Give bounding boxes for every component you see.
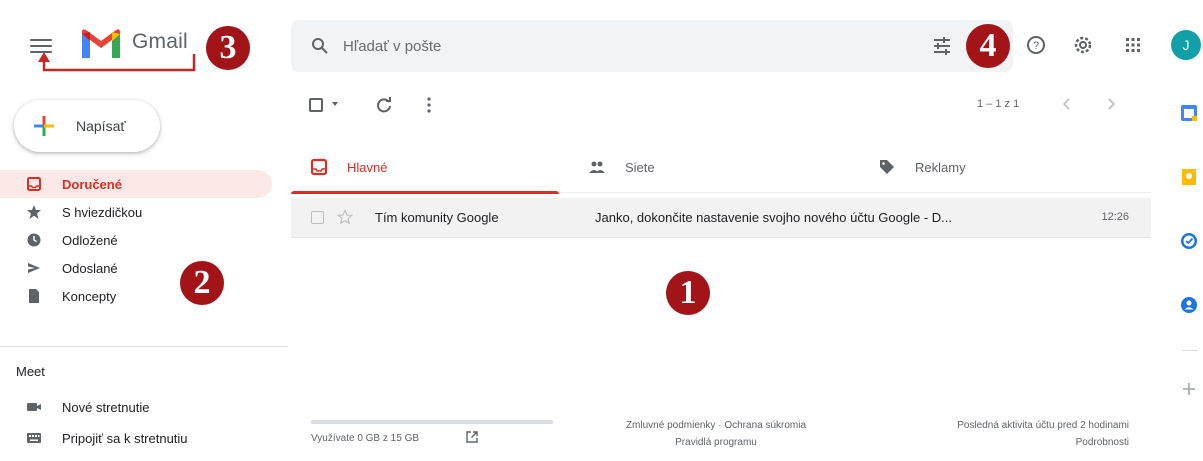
app-brand: Gmail [132, 30, 188, 53]
terms-link[interactable]: Zmluvné podmienky [626, 420, 715, 431]
plus-icon [34, 116, 54, 136]
contacts-icon[interactable] [1180, 296, 1198, 314]
people-icon [589, 161, 605, 173]
sidebar-nav: Doručené S hviezdičkou Odložené Odoslané… [0, 170, 288, 310]
sidebar-item-label: Doručené [62, 177, 122, 192]
message-time: 12:26 [1101, 211, 1129, 223]
search-options-icon[interactable] [931, 35, 953, 57]
marker-3: 3 [206, 26, 250, 70]
program-policies-link[interactable]: Pravidlá programu [675, 437, 757, 448]
footer-separator: · [718, 420, 722, 431]
meet-join-meeting[interactable]: Pripojiť sa k stretnutiu [0, 424, 272, 452]
gmail-logo[interactable] [80, 28, 122, 60]
storage-usage-bar [311, 420, 553, 424]
tab-label: Reklamy [915, 160, 966, 175]
sidebar-item-inbox[interactable]: Doručené [0, 170, 272, 198]
storage-usage-text: Využívate 0 GB z 15 GB [311, 433, 420, 444]
compose-label: Napísať [76, 118, 126, 134]
sidebar-item-label: Koncepty [62, 289, 117, 304]
star-icon [27, 205, 41, 219]
svg-text:?: ? [1033, 40, 1039, 52]
meet-item-label: Pripojiť sa k stretnutiu [62, 431, 188, 446]
sidebar-item-snoozed[interactable]: Odložené [0, 226, 272, 254]
message-sender: Tím komunity Google [375, 210, 499, 225]
search-input[interactable] [343, 34, 903, 58]
marker-4: 4 [966, 24, 1010, 68]
marker-2: 2 [180, 261, 224, 305]
side-panel [1170, 86, 1203, 461]
select-all-checkbox[interactable] [309, 98, 323, 112]
sidebar-divider [0, 346, 288, 347]
tag-icon [880, 160, 894, 174]
sidebar-item-starred[interactable]: S hviezdičkou [0, 198, 272, 226]
side-panel-divider [1182, 350, 1198, 351]
tab-social[interactable]: Siete [569, 143, 837, 193]
clock-icon [27, 233, 41, 247]
caret-down-icon[interactable] [329, 98, 341, 110]
sidebar-item-drafts[interactable]: Koncepty [0, 282, 272, 310]
settings-icon[interactable] [1070, 32, 1096, 58]
open-in-new-icon[interactable] [465, 430, 479, 444]
account-activity: Posledná aktivita účtu pred 2 hodinami P… [957, 417, 1129, 451]
sidebar-item-label: Odoslané [62, 261, 118, 276]
calendar-icon[interactable] [1180, 104, 1198, 122]
draft-icon [29, 289, 39, 303]
inbox-icon [27, 177, 41, 191]
mail-toolbar: 1 – 1 z 1 [291, 86, 1151, 126]
message-row[interactable]: Tím komunity Google Janko, dokončite nas… [291, 198, 1151, 238]
category-tabs: Hlavné Siete Reklamy [291, 143, 1151, 194]
tab-promotions[interactable]: Reklamy [859, 143, 1127, 193]
add-icon[interactable] [1182, 382, 1196, 396]
pagination-text: 1 – 1 z 1 [977, 98, 1020, 110]
last-activity-text: Posledná aktivita účtu pred 2 hodinami [957, 420, 1129, 431]
keep-icon[interactable] [1180, 168, 1198, 186]
meet-new-meeting[interactable]: Nové stretnutie [0, 393, 272, 421]
send-icon [28, 263, 40, 273]
meet-section-title: Meet [16, 364, 45, 379]
search-bar [291, 20, 1013, 72]
privacy-link[interactable]: Ochrana súkromia [724, 420, 806, 431]
sidebar-item-label: S hviezdičkou [62, 205, 143, 220]
tab-primary[interactable]: Hlavné [291, 143, 559, 194]
videocam-icon [27, 403, 41, 411]
meet-item-label: Nové stretnutie [62, 400, 150, 415]
marker-1: 1 [666, 271, 710, 315]
tab-label: Siete [625, 160, 655, 175]
inbox-icon [310, 158, 328, 176]
keyboard-icon [27, 433, 41, 443]
tab-label: Hlavné [347, 160, 388, 175]
footer-links: Zmluvné podmienky · Ochrana súkromia Pra… [591, 417, 841, 451]
sidebar-item-label: Odložené [62, 233, 118, 248]
message-subject: Janko, dokončite nastavenie svojho novéh… [595, 210, 952, 225]
refresh-icon[interactable] [375, 96, 393, 114]
compose-button[interactable]: Napísať [14, 100, 160, 152]
apps-grid-icon[interactable] [1120, 32, 1146, 58]
help-icon[interactable]: ? [1023, 32, 1049, 58]
chevron-left-icon[interactable] [1059, 96, 1075, 112]
account-avatar[interactable]: J [1171, 30, 1201, 60]
sidebar-item-sent[interactable]: Odoslané [0, 254, 272, 282]
star-outline-icon[interactable] [337, 209, 353, 225]
search-icon[interactable] [311, 37, 329, 55]
chevron-right-icon[interactable] [1103, 96, 1119, 112]
meet-section: Nové stretnutie Pripojiť sa k stretnutiu [0, 393, 288, 455]
tasks-icon[interactable] [1180, 232, 1198, 250]
more-vert-icon[interactable] [423, 96, 435, 114]
details-link[interactable]: Podrobnosti [1076, 437, 1129, 448]
message-checkbox[interactable] [311, 211, 324, 224]
top-bar: Gmail 3 4 ? J [0, 0, 1203, 80]
